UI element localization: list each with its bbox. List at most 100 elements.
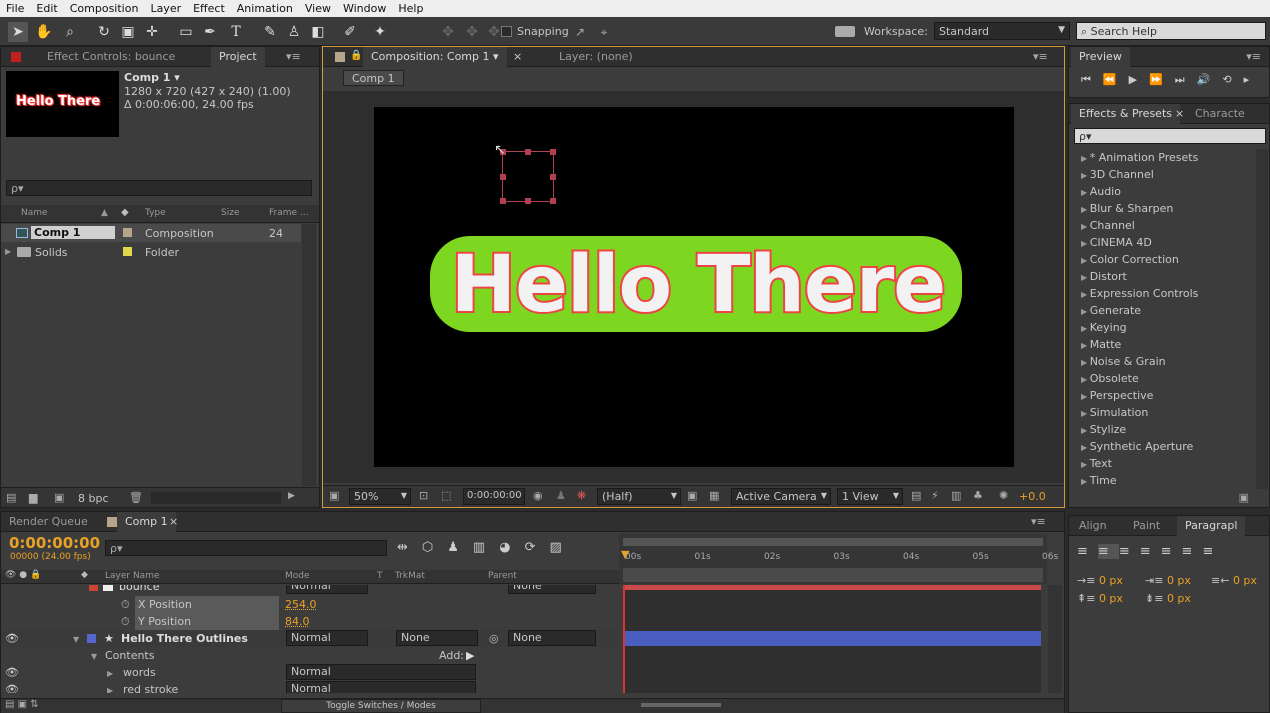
transparency-grid-icon[interactable]: ▦	[709, 489, 719, 502]
indent-left-field[interactable]: →≡ 0 px	[1077, 574, 1123, 587]
blend-mode-select[interactable]: Normal	[286, 585, 368, 594]
visibility-eye-icon[interactable]: 👁	[5, 664, 19, 681]
property-row-y-position[interactable]: ⏱ Y Position 84.0	[1, 613, 619, 630]
column-t[interactable]: T	[377, 571, 383, 581]
effect-category-item[interactable]: ▶ Generate	[1081, 302, 1141, 319]
visibility-eye-icon[interactable]: 👁	[5, 630, 19, 647]
expand-icon[interactable]: ▶	[1081, 188, 1090, 197]
play-icon[interactable]: ▶	[1129, 73, 1149, 86]
effect-category-item[interactable]: ▶ Time	[1081, 472, 1117, 489]
world-axis-icon[interactable]: ✥	[462, 22, 482, 42]
menu-effect[interactable]: Effect	[187, 2, 231, 15]
workspace-select[interactable]: Standard ▼	[934, 22, 1070, 40]
trash-icon[interactable]: 🗑	[129, 491, 143, 504]
zoom-select[interactable]: 50% ▼	[349, 488, 411, 505]
frame-blending-icon[interactable]: ▥	[473, 540, 499, 555]
puppet-pin-tool-icon[interactable]: ✦	[370, 22, 390, 42]
effect-category-item[interactable]: ▶ * Animation Presets	[1081, 149, 1198, 166]
menu-window[interactable]: Window	[337, 2, 392, 15]
column-type[interactable]: Type	[145, 208, 166, 218]
audio-icon[interactable]: 🔊	[1197, 73, 1223, 86]
current-time-indicator[interactable]	[623, 585, 625, 693]
timeline-timecode[interactable]: 0:00:00:00	[9, 534, 100, 552]
project-item-solids[interactable]: ▶ Solids Folder	[1, 243, 301, 261]
effect-category-item[interactable]: ▶ Matte	[1081, 336, 1121, 353]
column-trkmat[interactable]: TrkMat	[395, 571, 425, 581]
eraser-tool-icon[interactable]: ◧	[308, 22, 328, 42]
align-right-icon[interactable]: ≡	[1119, 544, 1140, 559]
menu-file[interactable]: File	[0, 2, 30, 15]
time-ruler[interactable]: ▼ 00s 01s 02s 03s 04s 05s 06s	[619, 534, 1058, 584]
roto-brush-tool-icon[interactable]: ✐	[340, 22, 360, 42]
expand-collapse-icons[interactable]: ▤ ▣ ⇅	[5, 699, 39, 710]
expand-icon[interactable]: ▶	[1081, 324, 1090, 333]
expand-icon[interactable]: ▶	[1081, 307, 1090, 316]
expand-icon[interactable]: ▶	[1081, 222, 1090, 231]
work-area-bar[interactable]	[623, 538, 1043, 546]
comp-mini-flowchart-icon[interactable]: ⇹	[397, 540, 422, 555]
resolution-select[interactable]: (Half) ▼	[597, 488, 681, 505]
effect-category-item[interactable]: ▶ 3D Channel	[1081, 166, 1154, 183]
tab-paragraph[interactable]: Paragrapl	[1177, 516, 1246, 536]
shape-layer-bounding-box[interactable]	[500, 149, 556, 204]
rectangle-tool-icon[interactable]: ▭	[176, 22, 196, 42]
hello-there-text-layer[interactable]: Hello There	[438, 225, 958, 345]
layer-row-hello-there-outlines[interactable]: 👁 ▼ ★ Hello There Outlines Normal None ◎…	[1, 630, 619, 647]
stopwatch-icon[interactable]: ⏱	[121, 596, 130, 613]
blend-mode-select[interactable]: Normal	[286, 664, 476, 680]
panel-menu-icon[interactable]: ▾≡	[1246, 50, 1261, 63]
trkmat-select[interactable]: None	[396, 630, 478, 646]
effect-category-item[interactable]: ▶ Distort	[1081, 268, 1127, 285]
draft-3d-icon[interactable]: ⬡	[422, 540, 447, 555]
add-menu-icon[interactable]: ▶	[466, 647, 474, 664]
comp-canvas[interactable]: ↖ Hello There	[374, 107, 1014, 467]
group-row-contents[interactable]: ▼ Contents Add: ▶	[1, 647, 619, 664]
fast-previews-icon[interactable]: ▣	[687, 489, 697, 502]
graph-editor-icon[interactable]: ⟳	[525, 540, 550, 555]
tab-preview[interactable]: Preview	[1071, 47, 1130, 67]
motion-blur-icon[interactable]: ◕	[499, 540, 524, 555]
snapping-checkbox[interactable]	[501, 26, 512, 37]
effect-category-item[interactable]: ▶ Color Correction	[1081, 251, 1179, 268]
comp-breadcrumb[interactable]: Comp 1	[343, 70, 404, 86]
panel-menu-icon[interactable]: ▾≡	[286, 50, 301, 63]
timeline-tracks[interactable]: ⁞ ⁞	[623, 585, 1041, 693]
tab-render-queue[interactable]: Render Queue	[1, 512, 96, 532]
brush-tool-icon[interactable]: ✎	[260, 22, 280, 42]
menu-edit[interactable]: Edit	[30, 2, 63, 15]
previous-frame-icon[interactable]: ⏪	[1103, 73, 1129, 86]
property-row-x-position[interactable]: ⏱ X Position 254.0	[1, 596, 619, 613]
camera-view-select[interactable]: Active Camera ▼	[731, 488, 831, 505]
layer-bar-hello-there-outlines[interactable]	[623, 631, 1041, 646]
effect-category-item[interactable]: ▶ Noise & Grain	[1081, 353, 1166, 370]
effect-category-item[interactable]: ▶ Perspective	[1081, 387, 1153, 404]
indent-first-line-field[interactable]: ⇥≡ 0 px	[1145, 574, 1191, 587]
fit-frame-icon[interactable]: ⊡	[419, 489, 428, 502]
effect-category-item[interactable]: ▶ Channel	[1081, 217, 1135, 234]
effect-category-item[interactable]: ▶ Stylize	[1081, 421, 1126, 438]
transform-handle[interactable]	[525, 149, 531, 155]
bit-depth-button[interactable]: 8 bpc	[78, 492, 109, 505]
parent-select[interactable]: None	[508, 630, 596, 646]
horizontal-scrollbar[interactable]	[151, 492, 281, 504]
expand-icon[interactable]: ▶	[1081, 460, 1090, 469]
menu-animation[interactable]: Animation	[231, 2, 299, 15]
effects-search-input[interactable]: ρ▾	[1074, 128, 1266, 144]
exposure-reset-icon[interactable]: ✺	[999, 489, 1008, 502]
pen-tool-icon[interactable]: ✒	[200, 22, 220, 42]
expand-icon[interactable]: ▶	[1081, 426, 1090, 435]
pan-behind-tool-icon[interactable]: ✛	[142, 22, 162, 42]
label-color-swatch[interactable]	[123, 228, 132, 237]
selection-tool-icon[interactable]: ➤	[8, 22, 28, 42]
brainstorm-icon[interactable]: ▨	[549, 540, 575, 555]
expand-icon[interactable]: ▶	[1081, 256, 1090, 265]
transform-handle[interactable]	[500, 174, 506, 180]
current-time-field[interactable]: 0:00:00:00	[463, 488, 525, 505]
expand-icon[interactable]: ▶	[1081, 341, 1090, 350]
transform-handle[interactable]	[550, 198, 556, 204]
tab-comp1[interactable]: Comp 1	[117, 512, 176, 532]
close-tab-icon[interactable]: ×	[169, 515, 178, 528]
column-frame[interactable]: Frame ...	[269, 208, 309, 218]
expand-icon[interactable]: ▶	[1081, 392, 1090, 401]
pixel-aspect-icon[interactable]: ▤	[911, 489, 921, 502]
